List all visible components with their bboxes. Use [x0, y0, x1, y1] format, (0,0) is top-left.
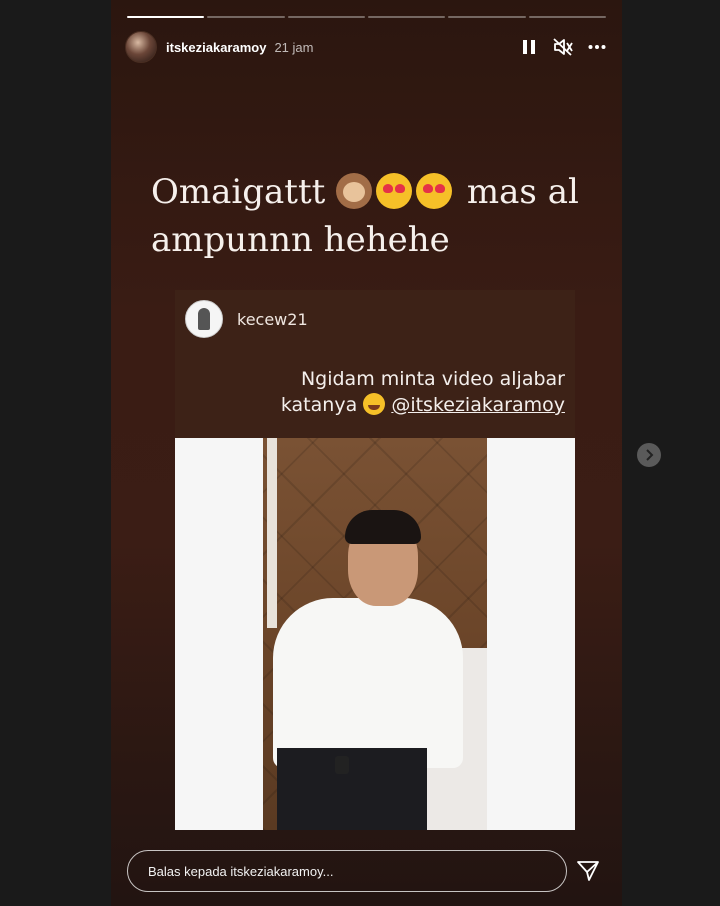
wristwatch	[335, 756, 349, 774]
repost-text-line: Ngidam minta video aljabar	[300, 368, 565, 390]
story-caption: Omaigattt mas al ampunnn hehehe	[151, 168, 601, 264]
story-time: 21 jam	[274, 39, 314, 55]
progress-segment	[367, 16, 446, 18]
progress-segment	[127, 16, 205, 18]
repost-video	[175, 438, 575, 830]
repost-mention[interactable]: @itskeziakaramoy	[391, 394, 565, 416]
progress-segment	[448, 16, 526, 18]
story-controls	[518, 36, 608, 58]
repost-username: kecew21	[237, 310, 308, 329]
person-hair	[345, 510, 421, 544]
rolling-laughing-icon	[363, 393, 386, 415]
progress-segment	[207, 16, 285, 18]
story-viewer[interactable]: itskeziakaramoy 21 jam Omaigattt mas al …	[111, 0, 622, 906]
person-shirt	[273, 598, 463, 768]
see-no-evil-monkey-icon	[336, 173, 373, 209]
reposted-story[interactable]: kecew21 Ngidam minta video aljabar katan…	[175, 290, 575, 830]
repost-text-line: katanya	[280, 394, 358, 416]
story-username[interactable]: itskeziakaramoy	[166, 40, 266, 55]
person-pants	[277, 748, 427, 830]
more-horizontal-icon[interactable]	[586, 36, 608, 58]
pause-icon[interactable]	[518, 36, 540, 58]
video-frame	[263, 438, 487, 830]
chevron-right-icon[interactable]	[637, 443, 661, 467]
progress-segment	[287, 16, 365, 18]
muted-speaker-icon[interactable]	[552, 36, 574, 58]
heart-eyes-icon	[416, 173, 453, 209]
story-progress	[127, 16, 606, 18]
repost-text: Ngidam minta video aljabar katanya @itsk…	[195, 366, 565, 418]
background-pole	[267, 438, 277, 628]
avatar[interactable]	[125, 31, 157, 63]
caption-text: mas al	[466, 172, 579, 212]
send-icon[interactable]	[575, 858, 601, 884]
repost-header: kecew21 Ngidam minta video aljabar katan…	[175, 290, 575, 438]
story-header: itskeziakaramoy 21 jam	[125, 30, 608, 64]
reply-placeholder: Balas kepada itskeziakaramoy...	[148, 863, 334, 879]
progress-segment	[528, 16, 606, 18]
caption-text: ampunnn hehehe	[151, 220, 450, 260]
caption-text: Omaigattt	[151, 172, 326, 212]
heart-eyes-icon	[376, 173, 413, 209]
repost-avatar	[185, 300, 223, 338]
reply-input[interactable]: Balas kepada itskeziakaramoy...	[127, 850, 567, 892]
